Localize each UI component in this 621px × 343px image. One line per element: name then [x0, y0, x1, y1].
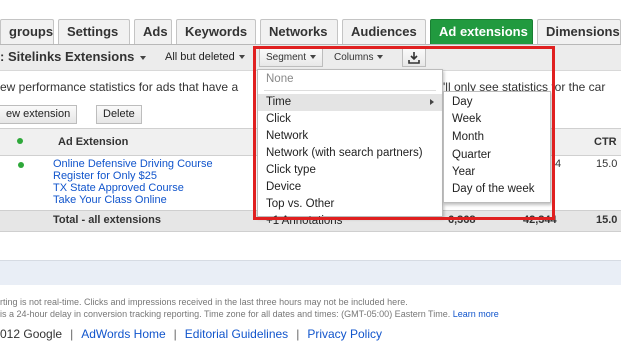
tab-label: Networks [269, 24, 328, 39]
menu-item-plus1-annotations[interactable]: +1 Annotations [258, 213, 442, 230]
tab-keywords[interactable]: Keywords [176, 19, 256, 44]
tab-label: Ads [143, 24, 168, 39]
status-dot-icon [18, 162, 24, 168]
tab-label: Ad extensions [439, 24, 528, 39]
menu-item-none[interactable]: None [258, 71, 442, 88]
time-submenu: Day Week Month Quarter Year Day of the w… [443, 91, 551, 203]
extension-type-label: : Sitelinks Extensions [0, 49, 135, 64]
footnote-line: is a 24-hour delay in conversion trackin… [0, 309, 499, 319]
status-dot-icon [17, 138, 23, 144]
menu-divider [264, 90, 436, 91]
chevron-down-icon [238, 55, 245, 60]
tab-ads[interactable]: Ads [134, 19, 172, 44]
chevron-down-icon [377, 55, 384, 60]
menu-item-click[interactable]: Click [258, 111, 442, 128]
sitelink-line[interactable]: TX State Approved Course [53, 182, 213, 194]
partial-value: 4 [555, 158, 562, 170]
totals-label: Total - all extensions [53, 214, 161, 226]
footer-link-editorial-guidelines[interactable]: Editorial Guidelines [185, 327, 288, 341]
tab-ad-groups[interactable]: groups [0, 19, 54, 44]
performance-info-text: ew performance statistics for ads that h… [0, 80, 239, 94]
separator: | [296, 327, 300, 341]
sitelink-line[interactable]: Take Your Class Online [53, 194, 213, 206]
footnote-text: is a 24-hour delay in conversion trackin… [0, 309, 451, 319]
totals-ctr: 15.0 [596, 214, 618, 226]
tab-settings[interactable]: Settings [58, 19, 130, 44]
extension-type-selector[interactable]: : Sitelinks Extensions [0, 49, 147, 64]
column-header-ad-extension[interactable]: Ad Extension [58, 136, 128, 148]
chevron-down-icon [310, 55, 317, 60]
menu-item-network[interactable]: Network [258, 128, 442, 145]
sitelink-list: Online Defensive Driving Course Register… [53, 158, 213, 206]
download-button[interactable] [402, 48, 426, 67]
status-filter-label: All but deleted [165, 51, 235, 63]
tab-audiences[interactable]: Audiences [342, 19, 426, 44]
chevron-right-icon [430, 99, 434, 105]
submenu-item-year[interactable]: Year [444, 164, 550, 181]
learn-more-link[interactable]: Learn more [453, 309, 499, 319]
segment-menu: None Time Click Network Network (with se… [257, 69, 443, 227]
delete-button[interactable]: Delete [96, 105, 142, 124]
footer-link-privacy-policy[interactable]: Privacy Policy [307, 327, 382, 341]
segment-button[interactable]: Segment [259, 48, 323, 67]
status-filter[interactable]: All but deleted [165, 51, 245, 63]
menu-item-time[interactable]: Time [258, 94, 442, 111]
section-divider [0, 260, 621, 285]
sitelink-line[interactable]: Online Defensive Driving Course [53, 158, 213, 170]
tab-dimensions[interactable]: Dimensions [537, 19, 621, 44]
download-icon [408, 52, 420, 64]
menu-item-network-search-partners[interactable]: Network (with search partners) [258, 145, 442, 162]
columns-button[interactable]: Columns [327, 48, 395, 67]
menu-item-top-vs-other[interactable]: Top vs. Other [258, 196, 442, 213]
menu-item-device[interactable]: Device [258, 179, 442, 196]
tab-label: Audiences [351, 24, 417, 39]
tab-networks[interactable]: Networks [260, 19, 338, 44]
submenu-item-day-of-week[interactable]: Day of the week [444, 181, 550, 198]
tab-label: Dimensions [546, 24, 620, 39]
totals-value-1: 6,368 [448, 214, 476, 226]
submenu-item-week[interactable]: Week [444, 111, 550, 128]
ctr-value: 15.0 [596, 158, 618, 170]
tab-label: groups [9, 24, 54, 39]
toolbar: : Sitelinks Extensions All but deleted S… [0, 45, 621, 71]
footer: 012 Google | AdWords Home | Editorial Guidel… [0, 327, 382, 341]
separator: | [70, 327, 74, 341]
submenu-item-month[interactable]: Month [444, 129, 550, 146]
tab-label: Keywords [185, 24, 248, 39]
chevron-down-icon [140, 55, 147, 60]
totals-value-2: 42,344 [523, 214, 557, 226]
sitelink-line[interactable]: Register for Only $25 [53, 170, 213, 182]
menu-item-label: Time [266, 96, 292, 108]
tab-label: Settings [67, 24, 119, 39]
copyright-text: 012 Google [0, 327, 63, 341]
tab-ad-extensions[interactable]: Ad extensions [430, 19, 533, 45]
segment-label: Segment [266, 52, 307, 63]
menu-item-click-type[interactable]: Click type [258, 162, 442, 179]
footnote-line: rting is not real-time. Clicks and impre… [0, 297, 408, 307]
columns-label: Columns [334, 52, 374, 63]
separator: | [173, 327, 177, 341]
column-header-ctr[interactable]: CTR [594, 136, 617, 148]
submenu-item-quarter[interactable]: Quarter [444, 147, 550, 164]
new-extension-button[interactable]: ew extension [0, 105, 78, 124]
submenu-item-day[interactable]: Day [444, 94, 550, 111]
footer-link-adwords-home[interactable]: AdWords Home [81, 327, 165, 341]
